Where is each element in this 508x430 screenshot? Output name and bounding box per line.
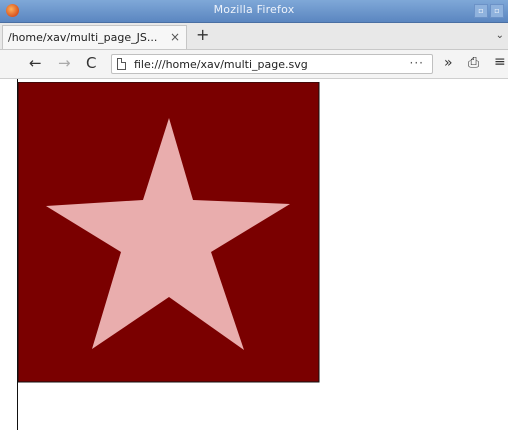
reload-button[interactable]: C — [86, 55, 96, 71]
toolbar-overflow-icon[interactable]: » — [444, 55, 453, 71]
back-button[interactable]: ← — [29, 55, 42, 71]
url-text[interactable]: file:///home/xav/multi_page.svg — [134, 58, 308, 71]
minimize-button[interactable]: ▫ — [474, 4, 488, 18]
tab-strip: /home/xav/multi_page_JS... × + ⌄ — [0, 23, 508, 50]
forward-button[interactable]: → — [58, 55, 71, 71]
page-content — [0, 79, 508, 430]
window-title: Mozilla Firefox — [213, 3, 295, 16]
browser-window: Mozilla Firefox ▫ ▫ /home/xav/multi_page… — [0, 0, 508, 430]
tab-close-icon[interactable]: × — [170, 30, 180, 44]
library-icon[interactable]: ⎙ — [468, 55, 479, 71]
tab-multi-page-svg[interactable]: /home/xav/multi_page_JS... × — [2, 25, 187, 49]
address-bar[interactable]: file:///home/xav/multi_page.svg ··· — [111, 54, 433, 74]
page-icon — [117, 58, 126, 70]
hamburger-menu-icon[interactable]: ≡ — [494, 54, 506, 70]
maximize-button[interactable]: ▫ — [490, 4, 504, 18]
tab-label: /home/xav/multi_page_JS... — [8, 31, 158, 44]
navigation-toolbar: ← → C file:///home/xav/multi_page.svg ··… — [0, 50, 508, 79]
list-all-tabs-icon[interactable]: ⌄ — [496, 30, 504, 41]
new-tab-button[interactable]: + — [196, 27, 209, 43]
page-actions-icon[interactable]: ··· — [410, 56, 424, 70]
window-controls: ▫ ▫ — [474, 4, 504, 18]
title-bar: Mozilla Firefox ▫ ▫ — [0, 0, 508, 23]
svg-document — [18, 82, 320, 383]
